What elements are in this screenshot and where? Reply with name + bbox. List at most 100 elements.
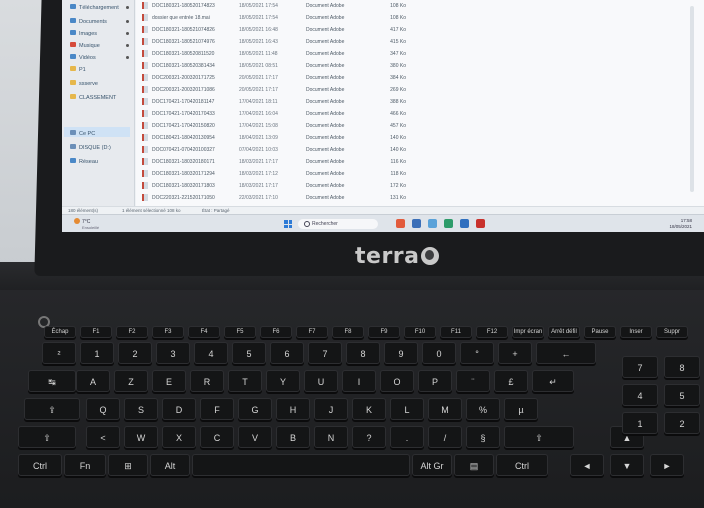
letter-key[interactable]: ⇪ xyxy=(24,398,80,420)
letter-key[interactable]: I xyxy=(342,370,376,392)
modifier-key[interactable]: Alt Gr xyxy=(412,454,452,476)
nav-item-1[interactable]: Documents xyxy=(70,18,107,25)
modifier-key[interactable]: Ctrl xyxy=(496,454,548,476)
file-row[interactable]: DOC200321-200320171725 20/05/2021 17:17 Do… xyxy=(136,72,476,84)
nav-item-2[interactable]: Images xyxy=(70,30,97,37)
letter-key[interactable]: Z xyxy=(114,370,148,392)
letter-key[interactable]: A xyxy=(76,370,110,392)
function-key[interactable]: Échap xyxy=(44,326,76,338)
numpad-key[interactable]: 1 xyxy=(622,412,658,434)
app-icon-1[interactable] xyxy=(396,219,405,228)
modifier-key[interactable]: ▤ xyxy=(454,454,494,476)
file-row[interactable]: DOC170421-170420150820 17/04/2021 15:08 Do… xyxy=(136,120,476,132)
number-key[interactable]: 9 xyxy=(384,342,418,364)
letter-key[interactable]: B xyxy=(276,426,310,448)
letter-key[interactable]: ⇧ xyxy=(18,426,76,448)
file-row[interactable]: DOC180321-180521074976 18/05/2021 16:43 Do… xyxy=(136,36,476,48)
number-key[interactable]: 3 xyxy=(156,342,190,364)
number-key[interactable]: 1 xyxy=(80,342,114,364)
edge-icon[interactable] xyxy=(444,219,453,228)
letter-key[interactable]: U xyxy=(304,370,338,392)
letter-key[interactable]: N xyxy=(314,426,348,448)
letter-key[interactable]: G xyxy=(238,398,272,420)
function-key[interactable]: F5 xyxy=(224,326,256,338)
number-key[interactable]: 5 xyxy=(232,342,266,364)
letter-key[interactable]: / xyxy=(428,426,462,448)
numpad-key[interactable]: 7 xyxy=(622,356,658,378)
letter-key[interactable]: J xyxy=(314,398,348,420)
numpad-key[interactable]: 8 xyxy=(664,356,700,378)
nav-item-9[interactable]: DISQUE (D:) xyxy=(70,144,111,151)
letter-key[interactable]: R xyxy=(190,370,224,392)
numpad-key[interactable]: 4 xyxy=(622,384,658,406)
letter-key[interactable]: ⇧ xyxy=(504,426,574,448)
function-key[interactable]: F12 xyxy=(476,326,508,338)
number-key[interactable]: 0 xyxy=(422,342,456,364)
function-key[interactable]: Suppr xyxy=(656,326,688,338)
file-row[interactable]: DOC180321-180320180171 18/03/2021 17:17 Do… xyxy=(136,156,476,168)
numpad-key[interactable]: 5 xyxy=(664,384,700,406)
letter-key[interactable]: ↹ xyxy=(28,370,76,392)
file-row[interactable]: DOC180321-180320171294 18/03/2021 17:12 Do… xyxy=(136,168,476,180)
file-list-scrollbar[interactable] xyxy=(690,6,694,192)
file-explorer-icon[interactable] xyxy=(412,219,421,228)
taskbar-search-box[interactable]: Rechercher xyxy=(298,219,378,229)
nav-item-5[interactable]: P1 xyxy=(70,66,86,73)
letter-key[interactable]: F xyxy=(200,398,234,420)
number-key[interactable]: 6 xyxy=(270,342,304,364)
space-bar[interactable] xyxy=(192,454,410,476)
file-row[interactable]: DOC220321-221520171050 22/03/2021 17:10 Do… xyxy=(136,192,476,204)
letter-key[interactable]: £ xyxy=(494,370,528,392)
number-key[interactable]: ° xyxy=(460,342,494,364)
letter-key[interactable]: . xyxy=(390,426,424,448)
letter-key[interactable]: § xyxy=(466,426,500,448)
function-key[interactable]: F9 xyxy=(368,326,400,338)
number-key[interactable]: ² xyxy=(42,342,76,364)
letter-key[interactable]: ↵ xyxy=(532,370,574,392)
nav-item-6[interactable]: ssserve xyxy=(70,80,98,87)
nav-item-3[interactable]: Musique xyxy=(70,42,100,49)
file-row[interactable]: DOC180321-180520811520 18/05/2021 11:48 Do… xyxy=(136,48,476,60)
letter-key[interactable]: C xyxy=(200,426,234,448)
function-key[interactable]: F6 xyxy=(260,326,292,338)
letter-key[interactable]: ¨ xyxy=(456,370,490,392)
function-key[interactable]: F4 xyxy=(188,326,220,338)
letter-key[interactable]: W xyxy=(124,426,158,448)
weather-widget[interactable]: 7°C Ensoleillé xyxy=(74,218,99,230)
file-row[interactable]: DOC180421-180420130954 18/04/2021 13:09 Do… xyxy=(136,132,476,144)
taskbar-clock[interactable]: 17:58 18/05/2021 xyxy=(669,218,692,230)
letter-key[interactable]: S xyxy=(124,398,158,420)
letter-key[interactable]: Y xyxy=(266,370,300,392)
arrow-right-key[interactable]: ► xyxy=(650,454,684,476)
function-key[interactable]: F10 xyxy=(404,326,436,338)
number-key[interactable]: 2 xyxy=(118,342,152,364)
function-key[interactable]: Inser xyxy=(620,326,652,338)
modifier-key[interactable]: Fn xyxy=(64,454,106,476)
function-key[interactable]: F3 xyxy=(152,326,184,338)
acrobat-icon[interactable] xyxy=(476,219,485,228)
file-row[interactable]: DOC180321-180521074826 18/05/2021 16:48 Do… xyxy=(136,24,476,36)
nav-item-7[interactable]: CLASSEMENT xyxy=(70,94,116,101)
modifier-key[interactable]: Ctrl xyxy=(18,454,62,476)
number-key[interactable]: 4 xyxy=(194,342,228,364)
letter-key[interactable]: M xyxy=(428,398,462,420)
file-row[interactable]: dossier que entrée 18.mai 18/05/2021 17:5… xyxy=(136,12,476,24)
letter-key[interactable]: T xyxy=(228,370,262,392)
function-key[interactable]: Impr écran xyxy=(512,326,544,338)
letter-key[interactable]: X xyxy=(162,426,196,448)
file-row[interactable]: DOC180321-180520174823 18/05/2021 17:54 Do… xyxy=(136,0,476,12)
start-button[interactable] xyxy=(284,220,292,228)
letter-key[interactable]: O xyxy=(380,370,414,392)
file-row[interactable]: DOC170421-170420170433 17/04/2021 16:04 Do… xyxy=(136,108,476,120)
number-key[interactable]: ← xyxy=(536,342,596,364)
modifier-key[interactable]: ⊞ xyxy=(108,454,148,476)
arrow-left-key[interactable]: ◄ xyxy=(570,454,604,476)
file-row[interactable]: DOC180321-180320171803 18/03/2021 17:17 Do… xyxy=(136,180,476,192)
letter-key[interactable]: V xyxy=(238,426,272,448)
nav-item-8[interactable]: Ce PC xyxy=(70,130,95,137)
file-row[interactable]: DOC170421-170420181147 17/04/2021 18:11 Do… xyxy=(136,96,476,108)
number-key[interactable]: 7 xyxy=(308,342,342,364)
function-key[interactable]: Pause xyxy=(584,326,616,338)
arrow-down-key[interactable]: ▼ xyxy=(610,454,644,476)
file-row[interactable]: DOC180321-180520381434 18/05/2021 08:51 Do… xyxy=(136,60,476,72)
